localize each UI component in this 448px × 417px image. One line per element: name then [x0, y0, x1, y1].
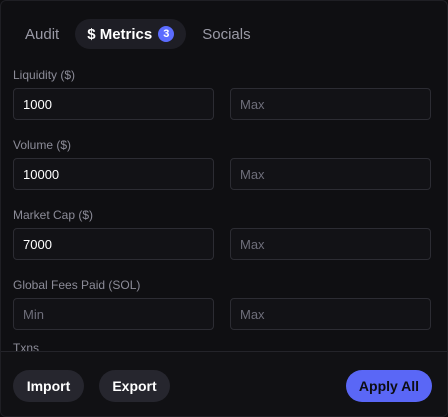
filter-global-fees-label: Global Fees Paid (SOL)	[13, 278, 141, 292]
filter-liquidity: Liquidity ($)	[13, 67, 433, 120]
volume-min-input[interactable]	[13, 158, 214, 190]
apply-all-button[interactable]: Apply All	[346, 370, 432, 402]
market-cap-min-input[interactable]	[13, 228, 214, 260]
tab-metrics-label: $ Metrics	[87, 25, 153, 43]
volume-max-input[interactable]	[230, 158, 431, 190]
export-button[interactable]: Export	[99, 370, 170, 402]
filter-volume-label: Volume ($)	[13, 138, 72, 152]
filter-market-cap: Market Cap ($)	[13, 207, 433, 260]
filter-liquidity-label: Liquidity ($)	[13, 68, 76, 82]
filter-volume: Volume ($)	[13, 137, 433, 190]
filter-market-cap-label: Market Cap ($)	[13, 208, 94, 222]
liquidity-max-input[interactable]	[230, 88, 431, 120]
tab-metrics[interactable]: $ Metrics 3	[75, 19, 187, 49]
global-fees-min-input[interactable]	[13, 298, 214, 330]
tab-socials-label: Socials	[202, 25, 251, 43]
market-cap-max-input[interactable]	[230, 228, 431, 260]
filter-list: Liquidity ($) Volume ($) Market Cap ($) …	[13, 67, 433, 347]
tab-audit-label: Audit	[25, 25, 60, 43]
liquidity-min-input[interactable]	[13, 88, 214, 120]
tab-audit[interactable]: Audit	[13, 19, 71, 49]
tab-metrics-count-badge: 3	[158, 26, 175, 42]
tab-bar: Audit $ Metrics 3 Socials	[13, 19, 263, 49]
tab-socials[interactable]: Socials	[190, 19, 262, 49]
footer-bar: Import Export Apply All	[1, 351, 447, 416]
filter-panel: Audit $ Metrics 3 Socials Liquidity ($) …	[0, 0, 448, 417]
import-button[interactable]: Import	[13, 370, 84, 402]
global-fees-max-input[interactable]	[230, 298, 431, 330]
filter-global-fees: Global Fees Paid (SOL)	[13, 277, 433, 330]
